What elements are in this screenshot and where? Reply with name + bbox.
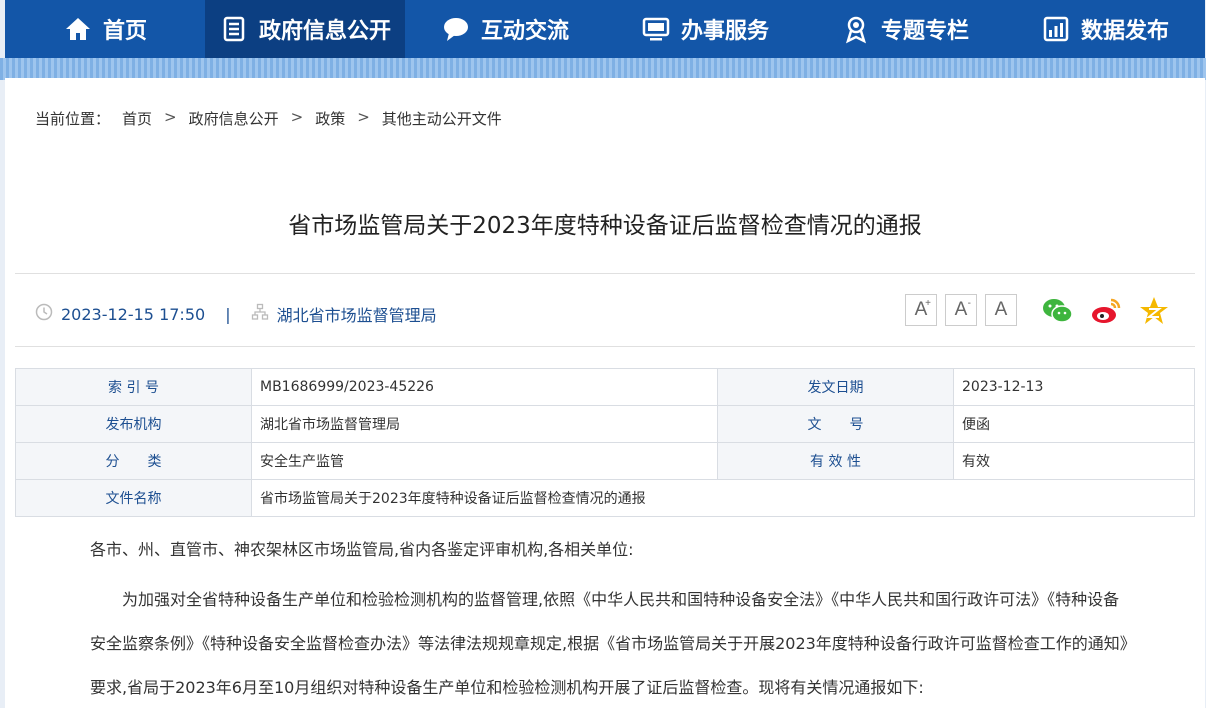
docno-label: 文 号 xyxy=(717,405,954,443)
font-reset-button[interactable]: A xyxy=(985,294,1017,326)
category-label: 分 类 xyxy=(15,442,252,480)
font-increase-button[interactable]: A + xyxy=(905,294,937,326)
nav-item-label: 专题专栏 xyxy=(880,19,969,44)
wechat-icon[interactable] xyxy=(1041,294,1075,328)
breadcrumb-link-gov-info[interactable]: 政府信息公开 xyxy=(189,108,279,129)
document-info-table: 索 引 号 MB1686999/2023-45226 发文日期 2023-12-… xyxy=(15,368,1195,517)
breadcrumb: 当前位置： 首页 > 政府信息公开 > 政策 > 其他主动公开文件 xyxy=(35,108,502,129)
font-decrease-button[interactable]: A- xyxy=(945,294,977,326)
content-panel: 当前位置： 首页 > 政府信息公开 > 政策 > 其他主动公开文件 省市场监管局… xyxy=(5,78,1205,708)
docno-value: 便函 xyxy=(953,405,1195,443)
publish-datetime: 2023-12-15 17:50 xyxy=(61,304,206,324)
divider-line xyxy=(15,346,1195,347)
bar-chart-icon xyxy=(1041,14,1071,44)
salutation-paragraph: 各市、州、直管市、神农架林区市场监管局,省内各鉴定评审机构,各相关单位: xyxy=(90,540,634,559)
nav-item-label: 政府信息公开 xyxy=(258,19,391,44)
chat-bubble-icon xyxy=(441,14,471,44)
org-value: 湖北省市场监督管理局 xyxy=(251,405,718,443)
home-icon xyxy=(63,14,93,44)
font-increase-mark: + xyxy=(925,298,931,309)
date-label: 发文日期 xyxy=(717,368,954,406)
organization-icon xyxy=(251,303,269,325)
font-decrease-label: A xyxy=(954,299,968,320)
breadcrumb-link-other-files[interactable]: 其他主动公开文件 xyxy=(382,108,502,129)
org-label: 发布机构 xyxy=(15,405,252,443)
date-value: 2023-12-13 xyxy=(953,368,1195,406)
breadcrumb-separator: > xyxy=(164,108,177,126)
index-value: MB1686999/2023-45226 xyxy=(251,368,718,406)
nav-item-label: 首页 xyxy=(102,19,147,44)
document-list-icon xyxy=(219,14,249,44)
weibo-icon[interactable] xyxy=(1089,294,1123,328)
qzone-icon[interactable] xyxy=(1137,294,1171,328)
breadcrumb-prefix: 当前位置： xyxy=(35,110,111,128)
divider-line xyxy=(15,273,1195,274)
article-meta: 2023-12-15 17:50 | 湖北省市场监督管理局 xyxy=(35,302,437,326)
filename-value: 省市场监管局关于2023年度特种设备证后监督检查情况的通报 xyxy=(251,479,1195,517)
breadcrumb-link-policy[interactable]: 政策 xyxy=(315,108,345,129)
table-row: 索 引 号 MB1686999/2023-45226 发文日期 2023-12-… xyxy=(15,368,1195,406)
index-label: 索 引 号 xyxy=(15,368,252,406)
category-value: 安全生产监管 xyxy=(251,442,718,480)
font-reset-label: A xyxy=(994,299,1008,320)
share-buttons xyxy=(1041,294,1171,328)
nav-item-topics[interactable]: 专题专栏 xyxy=(805,0,1005,58)
main-nav: 首页 政府信息公开 互动交流 办事服务 专题专栏 数据发布 xyxy=(5,0,1205,58)
decorative-band xyxy=(0,58,1206,80)
table-row: 文件名称 省市场监管局关于2023年度特种设备证后监督检查情况的通报 xyxy=(15,479,1195,517)
publisher-name: 湖北省市场监督管理局 xyxy=(276,306,437,325)
breadcrumb-separator: > xyxy=(290,108,304,126)
meta-divider: | xyxy=(225,304,231,324)
font-decrease-mark: - xyxy=(967,298,971,309)
body-paragraph: 为加强对全省特种设备生产单位和检验检测机构的监督管理,依照《中华人民共和国特种设… xyxy=(90,590,1128,697)
nav-item-gov-info[interactable]: 政府信息公开 xyxy=(205,0,405,58)
nav-item-label: 互动交流 xyxy=(480,19,569,44)
nav-item-services[interactable]: 办事服务 xyxy=(605,0,805,58)
article-title: 省市场监管局关于2023年度特种设备证后监督检查情况的通报 xyxy=(288,213,922,239)
nav-item-home[interactable]: 首页 xyxy=(5,0,205,58)
nav-item-interaction[interactable]: 互动交流 xyxy=(405,0,605,58)
font-size-controls: A + A- A xyxy=(905,294,1017,326)
validity-value: 有效 xyxy=(953,442,1195,480)
clock-icon xyxy=(35,303,53,325)
nav-item-label: 数据发布 xyxy=(1080,19,1169,44)
table-row: 发布机构 湖北省市场监督管理局 文 号 便函 xyxy=(15,405,1195,443)
breadcrumb-link-home[interactable]: 首页 xyxy=(122,108,152,129)
validity-label: 有 效 性 xyxy=(717,442,954,480)
filename-label: 文件名称 xyxy=(15,479,252,517)
breadcrumb-separator: > xyxy=(357,108,370,126)
nav-item-data[interactable]: 数据发布 xyxy=(1005,0,1205,58)
table-row: 分 类 安全生产监管 有 效 性 有效 xyxy=(15,442,1195,480)
award-icon xyxy=(841,14,871,44)
monitor-icon xyxy=(641,14,671,44)
nav-item-label: 办事服务 xyxy=(680,19,769,44)
